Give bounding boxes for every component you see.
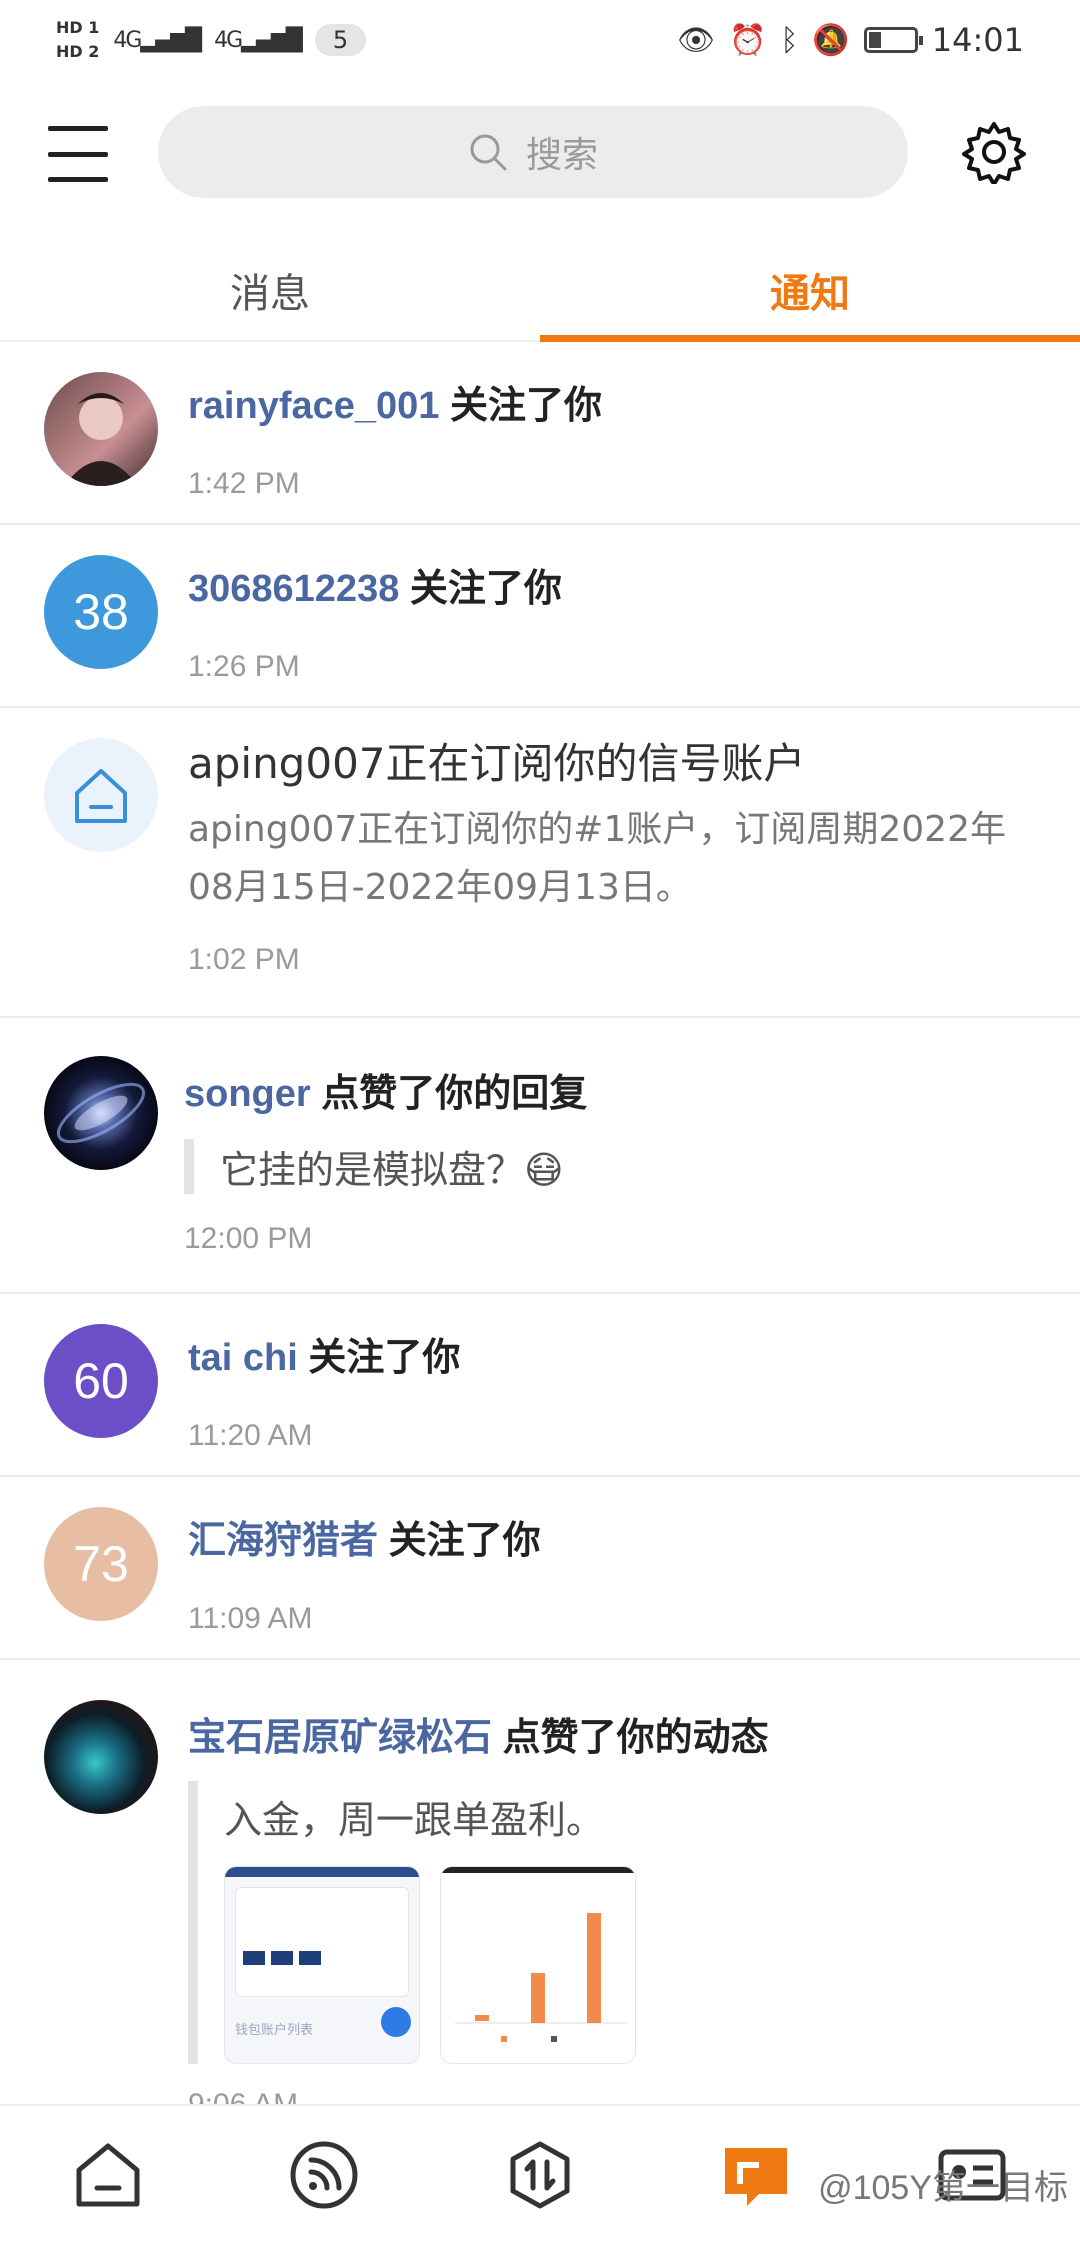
notification-list: rainyface_001 关注了你 1:42 PM 38 3068612238…: [0, 342, 1080, 2121]
hd-indicator: HD 1 HD 2: [56, 16, 99, 64]
bluetooth-icon: ᛒ: [780, 22, 799, 58]
thumb-caption: 钱包账户列表: [235, 2023, 314, 2038]
status-left: HD 1 HD 2 4G▂▄▆█ 4G▂▄▆█ 5: [56, 16, 367, 64]
nav-feed[interactable]: [276, 2127, 372, 2223]
home-icon: [76, 2143, 140, 2207]
avatar[interactable]: [44, 1056, 158, 1170]
tab-notifications[interactable]: 通知: [540, 240, 1080, 342]
avatar-photo: [64, 393, 138, 486]
action-text: 关注了你: [449, 385, 602, 427]
timestamp: 11:09 AM: [188, 1602, 313, 1635]
tab-messages[interactable]: 消息: [0, 240, 540, 340]
tab-bar: 消息 通知: [0, 240, 1080, 342]
signal1-label: 4G: [113, 27, 142, 53]
notification-text: 3068612238 关注了你: [188, 557, 1040, 612]
notification-text: 汇海狩猎者 关注了你: [188, 1509, 1040, 1564]
signal-icon-2: 4G▂▄▆█: [214, 27, 303, 53]
alarm-icon: ⏰: [729, 22, 767, 58]
notification-title: aping007正在订阅你的信号账户: [188, 739, 806, 788]
signal-icon: 4G▂▄▆█: [113, 27, 202, 53]
avatar[interactable]: [44, 372, 158, 486]
timestamp: 12:00 PM: [184, 1222, 313, 1255]
nav-trade[interactable]: [492, 2127, 588, 2223]
post-images: 钱包账户列表: [224, 1866, 1040, 2064]
clock: 14:01: [931, 21, 1024, 59]
avatar[interactable]: 73: [44, 1507, 158, 1621]
quoted-post: 入金，周一跟单盈利。 钱包账户列表: [188, 1781, 1040, 2064]
notification-body: aping007正在订阅你的#1账户，订阅周期2022年08月15日-2022年…: [188, 809, 1006, 908]
post-image-wallet[interactable]: 钱包账户列表: [224, 1866, 420, 2064]
status-right: 👁 ⏰ ᛒ 🔕 14:01: [677, 21, 1024, 59]
username-link[interactable]: tai chi: [188, 1337, 298, 1379]
list-item[interactable]: 宝石居原矿绿松石 点赞了你的动态 入金，周一跟单盈利。 钱包账户列表: [0, 1660, 1080, 2121]
notification-text: songer 点赞了你的回复: [184, 1062, 1040, 1117]
avatar[interactable]: [44, 1700, 158, 1814]
post-image-chart[interactable]: [440, 1866, 636, 2064]
search-placeholder: 搜索: [525, 135, 598, 176]
home-icon: [75, 769, 127, 823]
profit-chart-image: [455, 1913, 627, 2042]
timestamp: 1:42 PM: [188, 467, 300, 500]
search-input[interactable]: 搜索: [158, 106, 908, 198]
action-text: 点赞了你的动态: [502, 1717, 769, 1759]
username-link[interactable]: 3068612238: [188, 568, 399, 610]
notification-count-badge: 5: [314, 24, 367, 56]
watermark: @105Y第一目标: [818, 2169, 1068, 2207]
nav-notifications[interactable]: [708, 2127, 804, 2223]
menu-icon[interactable]: [48, 126, 108, 182]
avatar[interactable]: 60: [44, 1324, 158, 1438]
hd2-label: HD 2: [56, 42, 100, 61]
nav-home[interactable]: [60, 2127, 156, 2223]
notification-active-icon: [725, 2148, 787, 2206]
search-icon: [470, 134, 507, 171]
timestamp: 1:02 PM: [188, 943, 300, 976]
username-link[interactable]: songer: [184, 1073, 311, 1115]
rss-icon: [290, 2141, 358, 2209]
notification-text: tai chi 关注了你: [188, 1326, 1040, 1381]
battery-icon: [863, 27, 923, 53]
timestamp: 1:26 PM: [188, 650, 300, 683]
avatar[interactable]: 38: [44, 555, 158, 669]
status-bar: HD 1 HD 2 4G▂▄▆█ 4G▂▄▆█ 5 👁 ⏰ ᛒ 🔕 14:01: [0, 0, 1080, 80]
list-item[interactable]: 60 tai chi 关注了你 11:20 AM: [0, 1294, 1080, 1477]
trade-icon: [510, 2141, 570, 2209]
quoted-reply: 它挂的是模拟盘？😷: [184, 1139, 1040, 1194]
notification-text: 宝石居原矿绿松石 点赞了你的动态: [188, 1706, 1040, 1761]
gear-icon[interactable]: [962, 120, 1026, 184]
username-link[interactable]: rainyface_001: [188, 385, 439, 427]
action-text: 关注了你: [409, 568, 562, 610]
avatar: [44, 738, 158, 852]
list-item[interactable]: songer 点赞了你的回复 它挂的是模拟盘？😷 12:00 PM: [0, 1018, 1080, 1294]
signal2-label: 4G: [214, 27, 243, 53]
timestamp: 11:20 AM: [188, 1419, 313, 1452]
action-text: 关注了你: [388, 1520, 541, 1562]
eye-icon: 👁: [676, 22, 716, 58]
hd1-label: HD 1: [56, 18, 100, 37]
list-item[interactable]: aping007正在订阅你的信号账户 aping007正在订阅你的#1账户，订阅…: [0, 708, 1080, 1018]
post-text: 入金，周一跟单盈利。: [224, 1798, 605, 1842]
action-text: 关注了你: [308, 1337, 461, 1379]
action-text: 点赞了你的回复: [321, 1073, 588, 1115]
username-link[interactable]: 汇海狩猎者: [188, 1520, 378, 1562]
list-item[interactable]: 73 汇海狩猎者 关注了你 11:09 AM: [0, 1477, 1080, 1660]
notification-text: rainyface_001 关注了你: [188, 374, 1040, 429]
list-item[interactable]: 38 3068612238 关注了你 1:26 PM: [0, 525, 1080, 708]
mute-icon: 🔕: [812, 22, 850, 58]
top-bar: 搜索: [0, 80, 1080, 230]
list-item[interactable]: rainyface_001 关注了你 1:42 PM: [0, 342, 1080, 525]
username-link[interactable]: 宝石居原矿绿松石: [188, 1717, 492, 1759]
galaxy-image: [56, 1082, 146, 1144]
